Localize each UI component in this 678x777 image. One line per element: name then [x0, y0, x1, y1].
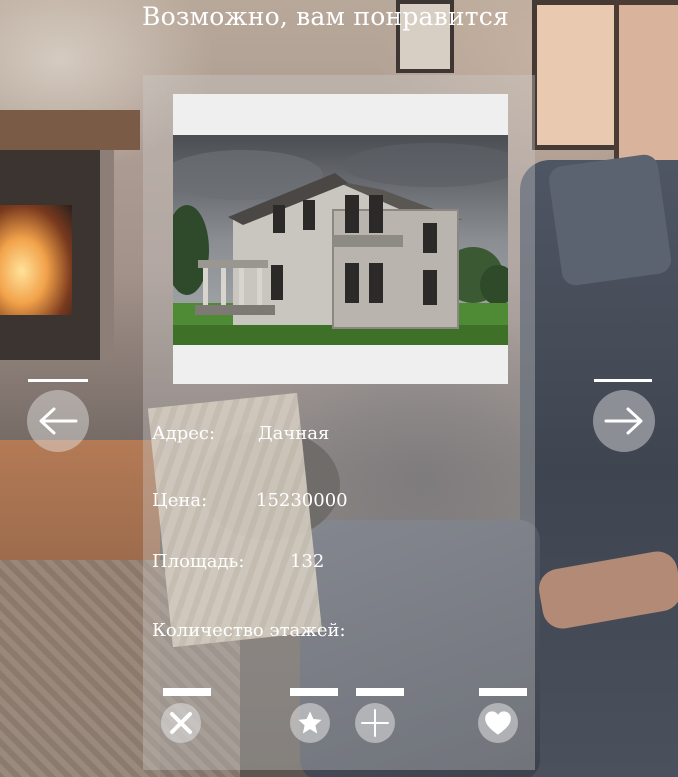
favorite-indicator [290, 688, 338, 696]
page-title: Возможно, вам понравится [142, 2, 509, 31]
prev-indicator [28, 379, 88, 382]
house-photo [173, 135, 508, 345]
heart-icon [485, 711, 511, 735]
price-label: Цена: [152, 490, 208, 511]
next-button[interactable] [593, 390, 655, 452]
dislike-indicator [163, 688, 211, 696]
next-indicator [594, 379, 652, 382]
like-indicator [479, 688, 527, 696]
add-indicator [356, 688, 404, 696]
area-value: 132 [290, 551, 325, 572]
address-value: Дачная [258, 423, 330, 444]
dislike-button[interactable] [161, 703, 201, 743]
close-icon [170, 712, 192, 734]
arrow-right-icon [604, 407, 643, 435]
favorite-button[interactable] [290, 703, 330, 743]
like-button[interactable] [478, 703, 518, 743]
add-button[interactable] [355, 703, 395, 743]
address-label: Адрес: [152, 423, 216, 444]
area-label: Площадь: [152, 551, 245, 572]
arrow-left-icon [39, 407, 78, 435]
floors-label: Количество этажей: [152, 620, 346, 641]
prev-button[interactable] [27, 390, 89, 452]
price-value: 15230000 [256, 490, 348, 511]
star-icon [298, 711, 322, 734]
plus-icon [361, 709, 389, 737]
